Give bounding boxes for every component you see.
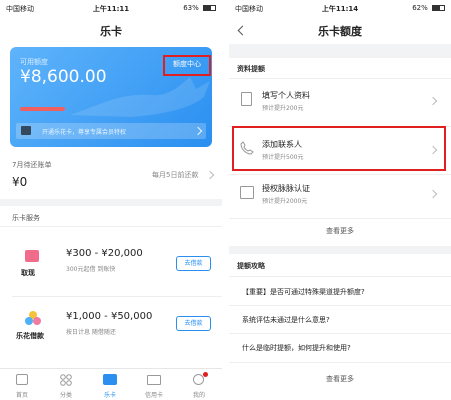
home-icon <box>16 374 28 385</box>
service-item-flower[interactable]: 乐花借款 ¥1,000 - ¥50,000 按日计息 随借随还 去借款 <box>0 299 222 361</box>
raise-item-profile[interactable]: 填写个人资料 预计提升200元 <box>229 80 451 124</box>
wallet-icon <box>21 126 31 135</box>
bill-amount: ¥0 <box>12 175 28 189</box>
services-section: 乐卡服务 取现 ¥300 - ¥20,000 300元起借 到账快 去借款 乐花… <box>0 206 222 368</box>
service-range: ¥300 - ¥20,000 <box>66 248 143 259</box>
service-name: 取现 <box>21 269 35 277</box>
raise-item-title: 授权脉脉认证 <box>262 184 310 193</box>
service-desc: 按日计息 随借随还 <box>66 329 116 336</box>
page-title: 乐卡额度 <box>318 25 362 38</box>
status-bar: 中国移动 上午11:11 63% <box>0 0 222 16</box>
chevron-right-icon <box>428 189 438 199</box>
service-desc: 300元起借 到账快 <box>66 266 116 273</box>
battery-percent: 62% <box>412 4 428 12</box>
battery-indicator: 62% <box>412 4 445 12</box>
battery-icon <box>432 5 445 11</box>
grid-icon <box>60 374 72 386</box>
bill-title: 7月待还账单 <box>12 161 52 169</box>
id-card-icon <box>240 186 254 199</box>
available-limit-label: 可用额度 <box>20 58 48 66</box>
chevron-right-icon <box>193 126 203 136</box>
battery-icon <box>203 5 216 11</box>
promo-text: 开通乐花卡，尊享专属会员特权 <box>42 129 127 136</box>
right-screen: 中国移动 上午11:14 62% 乐卡额度 资料提额 填写个人资料 预计提升20… <box>229 0 451 400</box>
service-name: 乐花借款 <box>16 332 44 340</box>
tips-section: 提额攻略 【重要】是否可通过特殊渠道提升额度? 系统评估未通过是什么意思? 什么… <box>229 254 451 400</box>
flower-icon <box>25 311 41 325</box>
screen-divider <box>222 0 229 400</box>
redacted-bar <box>20 107 65 111</box>
view-more-link[interactable]: 查看更多 <box>229 226 451 236</box>
tip-item[interactable]: 【重要】是否可通过特殊渠道提升额度? <box>242 287 365 297</box>
raise-item-title: 填写个人资料 <box>262 91 310 100</box>
cash-icon <box>25 250 39 262</box>
raise-item-sub: 预计提升2000元 <box>262 198 308 205</box>
raise-section-title: 资料提额 <box>237 65 265 73</box>
raise-item-maimai[interactable]: 授权脉脉认证 预计提升2000元 <box>229 176 451 216</box>
page-title: 乐卡 <box>100 25 122 38</box>
document-icon <box>241 92 252 106</box>
battery-indicator: 63% <box>183 4 216 12</box>
tab-credit-card[interactable]: 信用卡 <box>132 369 176 400</box>
battery-percent: 63% <box>183 4 199 12</box>
tab-home[interactable]: 首页 <box>0 369 44 400</box>
notification-dot <box>203 372 208 377</box>
service-range: ¥1,000 - ¥50,000 <box>66 311 153 322</box>
card-icon <box>103 374 117 385</box>
nav-bar: 乐卡 <box>0 16 222 44</box>
service-item-cash[interactable]: 取现 ¥300 - ¥20,000 300元起借 到账快 去借款 <box>0 230 222 292</box>
tip-item[interactable]: 系统评估未通过是什么意思? <box>242 315 330 325</box>
tab-category[interactable]: 分类 <box>44 369 88 400</box>
borrow-button[interactable]: 去借款 <box>176 256 211 271</box>
chevron-right-icon <box>205 170 215 180</box>
tip-item[interactable]: 什么是临时提额，如何提升和使用? <box>242 343 351 353</box>
view-more-link[interactable]: 查看更多 <box>229 374 451 384</box>
tab-mine[interactable]: 我的 <box>176 369 222 400</box>
services-title: 乐卡服务 <box>12 214 40 222</box>
promo-banner[interactable]: 开通乐花卡，尊享专属会员特权 <box>16 123 206 139</box>
bill-section[interactable]: 7月待还账单 ¥0 每月5日前还款 <box>0 154 222 199</box>
tab-bar: 首页 分类 乐卡 信用卡 我的 <box>0 368 222 400</box>
raise-item-sub: 预计提升200元 <box>262 105 304 112</box>
tab-leka[interactable]: 乐卡 <box>88 369 132 400</box>
available-limit-amount: ¥8,600.00 <box>20 67 107 87</box>
borrow-button[interactable]: 去借款 <box>176 316 211 331</box>
highlight-box <box>163 55 211 76</box>
nav-bar: 乐卡额度 <box>229 16 451 44</box>
credit-card-icon <box>147 375 161 385</box>
bill-due-text: 每月5日前还款 <box>152 171 199 179</box>
status-bar: 中国移动 上午11:14 62% <box>229 0 451 16</box>
chevron-right-icon <box>428 96 438 106</box>
left-screen: 中国移动 上午11:11 63% 乐卡 可用额度 ¥8,600.00 额度中心 … <box>0 0 222 400</box>
highlight-box <box>232 126 446 171</box>
tips-section-title: 提额攻略 <box>237 262 265 270</box>
